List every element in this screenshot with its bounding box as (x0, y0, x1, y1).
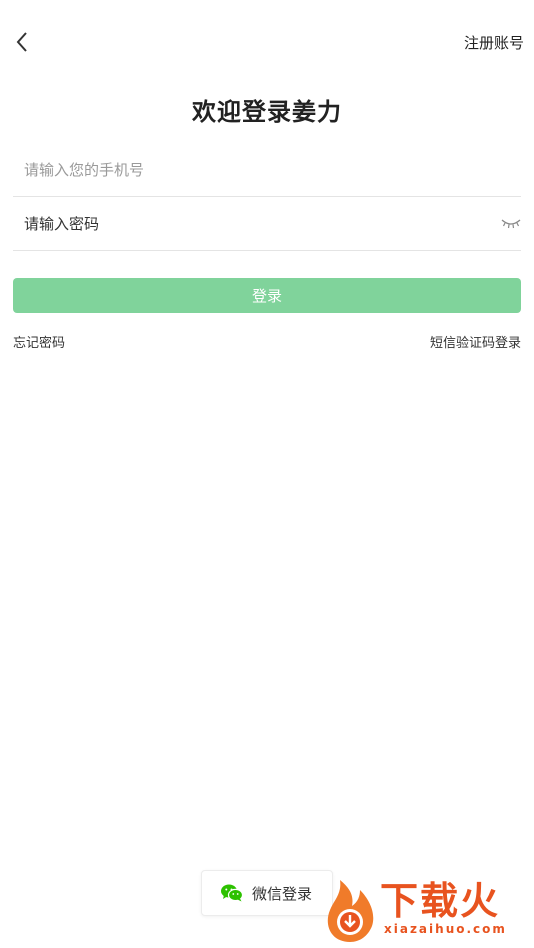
wechat-login-label: 微信登录 (252, 884, 313, 903)
back-button[interactable] (10, 28, 34, 56)
phone-input[interactable] (24, 143, 464, 196)
top-bar: 注册账号 (0, 0, 534, 84)
watermark-brand: 下载火 (380, 879, 501, 923)
password-field-row (13, 197, 521, 251)
page-title: 欢迎登录姜力 (192, 98, 342, 126)
password-input[interactable] (24, 197, 464, 250)
wechat-icon (221, 884, 244, 902)
flame-logo-icon (327, 880, 374, 942)
chevron-left-icon (16, 32, 27, 52)
wechat-login-button[interactable]: 微信登录 (201, 870, 333, 916)
eye-closed-icon[interactable] (501, 216, 521, 230)
login-button[interactable]: 登录 (13, 278, 521, 313)
watermark: 下载火 xiazaihuo.com (320, 866, 530, 946)
register-account-link[interactable]: 注册账号 (464, 32, 524, 53)
watermark-domain: xiazaihuo.com (384, 922, 507, 936)
forgot-password-link[interactable]: 忘记密码 (13, 332, 65, 351)
sms-login-link[interactable]: 短信验证码登录 (430, 332, 521, 351)
phone-field-row (13, 143, 521, 197)
